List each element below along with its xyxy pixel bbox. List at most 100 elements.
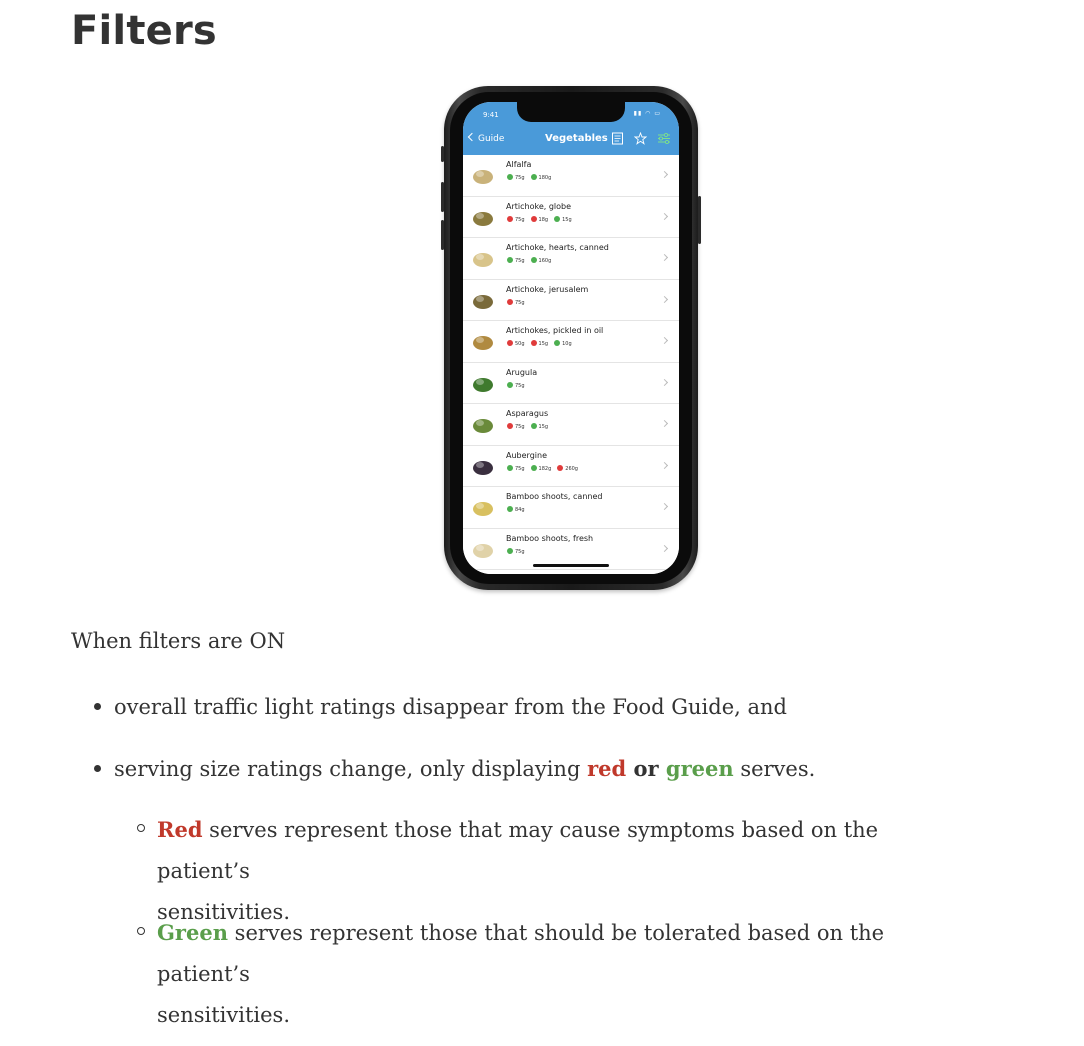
food-thumbnail <box>471 538 495 560</box>
red-serves-text: serves represent those that may cause sy… <box>157 818 879 883</box>
food-name: Bamboo shoots, fresh <box>506 533 594 543</box>
green-dot-icon <box>507 506 513 512</box>
red-keyword: red <box>587 756 627 781</box>
serve-amount: 75g <box>515 175 525 181</box>
red-dot-icon <box>507 423 513 429</box>
chevron-right-icon <box>660 378 669 386</box>
food-thumbnail <box>471 455 495 477</box>
star-icon[interactable] <box>633 131 648 145</box>
green-serve-rating: 15g <box>554 215 572 223</box>
food-name: Alfalfa <box>506 160 532 169</box>
green-serve-rating: 160g <box>530 257 551 264</box>
intro-text: When filters are ON <box>71 629 286 653</box>
filter-sliders-icon[interactable] <box>657 132 671 145</box>
food-name: Bamboo shoots, canned <box>506 492 603 501</box>
serving-ratings: 50g 15g 10g <box>507 340 578 347</box>
food-list-row[interactable]: Artichoke, hearts, canned 75g 160g <box>463 238 679 280</box>
food-list-row[interactable]: Artichoke, globe 75g 18g 15g <box>463 196 679 238</box>
serve-amount: 15g <box>538 424 549 430</box>
green-dot-icon <box>507 257 513 263</box>
bullet-2-text-post: serves. <box>733 757 816 781</box>
phone-mockup-image: 9:41 ▮▮ ◠ ▭ Guide Vegetables Alfalfa 75g 1… <box>441 86 701 590</box>
green-serve-rating: 75g <box>507 464 525 472</box>
serve-amount: 50g <box>515 341 525 347</box>
chevron-right-icon <box>660 295 669 303</box>
status-time: 9:41 <box>483 111 499 119</box>
red-serve-rating: 260g <box>557 464 578 472</box>
serve-amount: 15g <box>562 216 572 223</box>
back-button[interactable]: Guide <box>467 132 504 144</box>
serving-ratings: 75g 180g <box>507 174 557 181</box>
green-dot-icon <box>507 381 513 388</box>
nav-title: Vegetables <box>545 133 608 144</box>
food-list-row[interactable]: Asparagus 75g 15g <box>463 404 679 446</box>
serve-amount: 260g <box>565 465 578 472</box>
red-dot-icon <box>530 340 537 346</box>
food-list-row[interactable]: Bean, sprouts <box>463 570 679 574</box>
serving-ratings: 75g 18g 15g <box>507 215 578 223</box>
serve-amount: 182g <box>538 465 552 472</box>
green-dot-icon <box>507 464 513 471</box>
red-serves-word: Red <box>157 817 203 842</box>
phone-volume-down <box>441 220 444 250</box>
green-dot-icon <box>530 423 537 429</box>
green-dot-icon <box>554 340 561 346</box>
sub-list-item-green: Green serves represent those that should… <box>137 912 977 1036</box>
green-serves-text-cont: sensitivities. <box>157 1003 290 1027</box>
serve-amount: 10g <box>562 341 572 347</box>
home-indicator <box>533 564 609 567</box>
food-list-row[interactable]: Bamboo shoots, canned 84g <box>463 487 679 529</box>
green-dot-icon <box>530 174 537 180</box>
green-serves-text: serves represent those that should be to… <box>157 921 885 986</box>
bullet-2-text-pre: serving size ratings change, only displa… <box>114 757 588 781</box>
red-dot-icon <box>557 464 564 471</box>
green-dot-icon <box>554 215 561 222</box>
green-serve-rating: 15g <box>530 423 549 430</box>
green-serve-rating: 75g <box>507 174 525 181</box>
green-serve-rating: 10g <box>554 340 572 347</box>
chevron-right-icon <box>660 336 669 345</box>
red-dot-icon <box>507 340 513 346</box>
red-serve-rating: 18g <box>530 215 549 223</box>
serving-ratings: 75g <box>507 547 531 555</box>
food-list-row[interactable]: Alfalfa 75g 180g <box>463 155 679 197</box>
chevron-right-icon <box>660 419 669 428</box>
bullet-1-text: overall traffic light ratings disappear … <box>114 695 787 719</box>
serve-amount: 180g <box>538 175 552 181</box>
red-serve-rating: 15g <box>530 340 548 347</box>
serve-amount: 75g <box>515 299 525 306</box>
serve-amount: 75g <box>515 382 525 389</box>
serving-ratings: 84g <box>507 506 531 513</box>
red-dot-icon <box>530 215 537 222</box>
chevron-left-icon <box>467 132 477 142</box>
food-list-row[interactable]: Artichoke, jerusalem 75g <box>463 279 679 321</box>
phone-notch <box>517 102 625 122</box>
food-name: Artichokes, pickled in oil <box>506 326 604 335</box>
food-list-row[interactable]: Aubergine 75g 182g 260g <box>463 445 679 487</box>
food-thumbnail <box>471 164 495 186</box>
green-dot-icon <box>507 174 513 180</box>
phone-volume-up <box>441 182 444 212</box>
food-name: Aubergine <box>506 450 547 460</box>
notes-icon[interactable] <box>611 132 624 145</box>
serve-amount: 18g <box>538 216 549 223</box>
or-keyword: or <box>626 756 666 781</box>
red-dot-icon <box>507 215 513 222</box>
serve-amount: 75g <box>515 548 525 555</box>
serving-ratings: 75g <box>507 298 531 306</box>
serving-ratings: 75g 182g 260g <box>507 464 584 472</box>
food-list-row[interactable]: Arugula 75g <box>463 362 679 404</box>
red-serve-rating: 75g <box>507 215 525 223</box>
green-serve-rating: 75g <box>507 381 525 389</box>
food-thumbnail <box>471 372 495 394</box>
food-thumbnail <box>471 330 495 352</box>
food-list-row[interactable]: Artichokes, pickled in oil 50g 15g 10g <box>463 321 679 363</box>
food-name: Artichoke, jerusalem <box>506 284 589 294</box>
red-serve-rating: 75g <box>507 298 525 306</box>
green-dot-icon <box>507 547 513 554</box>
sub-bullet-circle <box>137 927 145 935</box>
list-item: serving size ratings change, only displa… <box>94 748 1014 790</box>
phone-screen: 9:41 ▮▮ ◠ ▭ Guide Vegetables Alfalfa 75g 1… <box>463 102 679 574</box>
food-name: Arugula <box>506 367 538 377</box>
bullet-dot <box>94 703 101 710</box>
